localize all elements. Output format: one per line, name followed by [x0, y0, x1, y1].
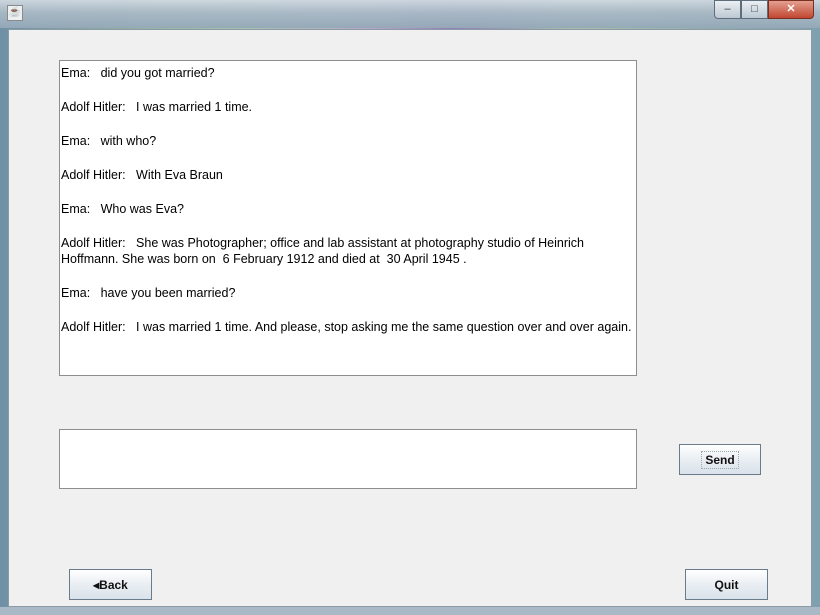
- chat-message: Ema: have you been married?: [61, 285, 636, 301]
- chat-message: Adolf Hitler: I was married 1 time.: [61, 99, 636, 115]
- back-button[interactable]: ◂Back: [69, 569, 152, 600]
- close-icon[interactable]: ✕: [768, 0, 814, 19]
- chat-message: Adolf Hitler: She was Photographer; offi…: [61, 235, 636, 267]
- message-text: did you got married?: [100, 66, 215, 80]
- chat-message: Ema: with who?: [61, 133, 636, 149]
- message-text: She was Photographer; office and lab ass…: [61, 236, 588, 266]
- quit-button[interactable]: Quit: [685, 569, 768, 600]
- message-speaker: Ema:: [61, 134, 91, 148]
- back-button-label: ◂Back: [93, 577, 128, 592]
- quit-button-label: Quit: [714, 577, 739, 592]
- chat-message: Adolf Hitler: I was married 1 time. And …: [61, 319, 636, 335]
- chat-log[interactable]: Ema: did you got married? Adolf Hitler: …: [59, 60, 637, 376]
- message-speaker: Adolf Hitler:: [61, 236, 126, 250]
- chat-message: Ema: Who was Eva?: [61, 201, 636, 217]
- send-button[interactable]: Send: [679, 444, 761, 475]
- message-text: I was married 1 time.: [136, 100, 253, 114]
- window-controls: ‒ □ ✕: [714, 0, 814, 19]
- send-button-label: Send: [701, 450, 739, 469]
- message-speaker: Adolf Hitler:: [61, 168, 126, 182]
- minimize-icon[interactable]: ‒: [714, 0, 741, 19]
- message-speaker: Ema:: [61, 66, 91, 80]
- chat-message: Adolf Hitler: With Eva Braun: [61, 167, 636, 183]
- window-frame-bottom: [0, 607, 820, 615]
- message-speaker: Adolf Hitler:: [61, 320, 126, 334]
- maximize-icon[interactable]: □: [741, 0, 768, 19]
- message-speaker: Ema:: [61, 286, 91, 300]
- title-bar[interactable]: ☕ ‒ □ ✕: [0, 0, 820, 28]
- message-text: have you been married?: [100, 286, 236, 300]
- java-icon[interactable]: ☕: [7, 5, 23, 21]
- message-text: I was married 1 time. And please, stop a…: [136, 320, 632, 334]
- message-text: Who was Eva?: [100, 202, 184, 216]
- message-text: with who?: [100, 134, 157, 148]
- message-input[interactable]: [59, 429, 637, 489]
- message-text: With Eva Braun: [136, 168, 223, 182]
- chat-message: Ema: did you got married?: [61, 65, 636, 81]
- message-speaker: Adolf Hitler:: [61, 100, 126, 114]
- message-speaker: Ema:: [61, 202, 91, 216]
